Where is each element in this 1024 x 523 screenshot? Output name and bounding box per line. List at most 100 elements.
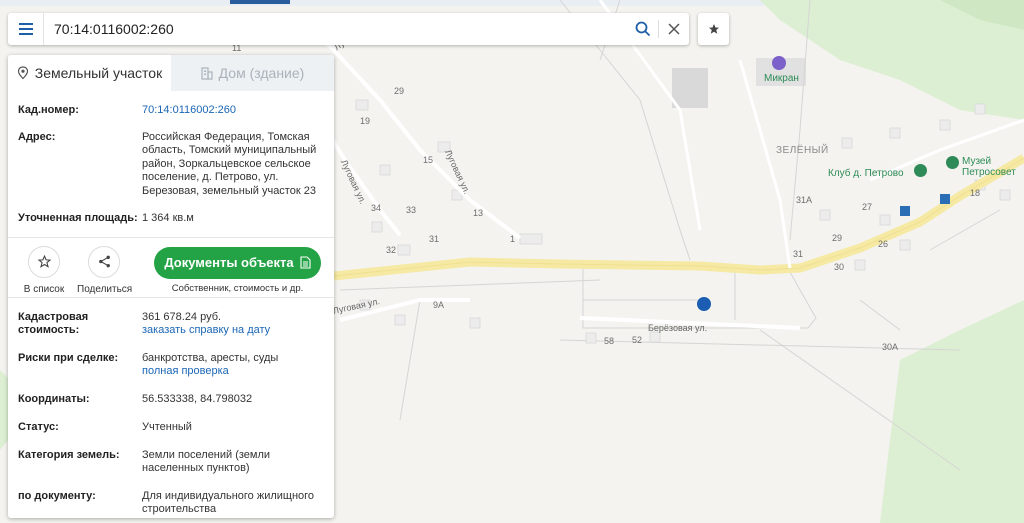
search-input[interactable] <box>44 14 628 44</box>
locality-label: ЗЕЛЁНЫЙ <box>776 145 829 156</box>
cadastral-cost-label: Кадастровая стоимость: <box>18 311 142 338</box>
tab-house-building[interactable]: Дом (здание) <box>171 55 334 91</box>
cad-number-label: Кад.номер: <box>18 104 79 116</box>
land-category-row: Категория земель: Земли поселений (земли… <box>8 449 334 476</box>
house-number: 29 <box>394 86 405 96</box>
house-number: 9А <box>433 300 445 310</box>
parcel-info-panel: Земельный участок Дом (здание) Кад.номер… <box>8 55 334 518</box>
add-to-list-button[interactable]: В список <box>17 245 71 295</box>
house-number: 33 <box>406 205 417 215</box>
poi-icon[interactable] <box>914 164 927 177</box>
area-value: 1 364 кв.м <box>142 212 194 224</box>
risks-text: банкротства, аресты, суды <box>142 351 279 364</box>
cad-number-link[interactable]: 70:14:0116002:260 <box>142 104 318 118</box>
search-button[interactable] <box>628 13 658 45</box>
by-document-line: строительства <box>142 503 217 515</box>
magnifier-icon <box>635 21 651 37</box>
full-check-link[interactable]: полная проверка <box>142 365 318 379</box>
house-number: 30 <box>834 262 845 272</box>
poi-icon[interactable] <box>772 56 786 70</box>
house-number: 29 <box>832 233 843 243</box>
documents-button-label: Документы объекта <box>164 255 294 270</box>
coordinates-value: 56.533338, 84.798032 <box>142 392 253 405</box>
cadastral-cost-amount: 361 678.24 руб. <box>142 310 222 323</box>
risks-value: банкротства, аресты, суды полная проверк… <box>142 352 318 379</box>
risks-row: Риски при сделке: банкротства, аресты, с… <box>8 352 334 379</box>
document-icon <box>300 256 311 269</box>
poi-label-club[interactable]: Клуб д. Петрово <box>828 168 904 179</box>
address-value: Российская Федерация, Томская область, Т… <box>142 131 318 199</box>
poi-icon[interactable] <box>946 156 959 169</box>
panel-tabs: Земельный участок Дом (здание) <box>8 55 334 91</box>
building-icon <box>201 66 213 80</box>
house-number: 27 <box>862 202 873 212</box>
house-number: 31 <box>793 249 804 259</box>
house-number: 32 <box>386 245 397 255</box>
poi-label-petrosovet[interactable]: Петросовет <box>962 167 1016 178</box>
add-to-list-label: В список <box>23 283 65 295</box>
tab-land-parcel[interactable]: Земельный участок <box>8 55 171 91</box>
house-number: 34 <box>371 203 382 213</box>
land-category-value: Земли поселений (земли населенных пункто… <box>142 449 318 476</box>
tab-label: Земельный участок <box>34 65 163 81</box>
star-outline-icon <box>37 255 51 268</box>
status-row: Статус: Учтенный <box>8 421 334 435</box>
close-icon <box>668 23 680 35</box>
address-line: поселение, д. Петрово, ул. <box>142 171 279 183</box>
by-document-label: по документу: <box>18 489 96 502</box>
land-category-line: населенных пунктов) <box>142 462 250 474</box>
share-icon <box>98 255 110 268</box>
actions-bar: В список Поделиться Документы объекта Со… <box>8 236 334 298</box>
address-row: Адрес: Российская Федерация, Томская обл… <box>8 131 334 199</box>
by-document-line: Для индивидуального жилищного <box>142 489 315 502</box>
coordinates-row: Координаты: 56.533338, 84.798032 <box>8 393 334 407</box>
clear-search-button[interactable] <box>659 13 689 45</box>
address-line: область, Томский муниципальный <box>142 144 317 156</box>
address-line: Российская Федерация, Томская <box>142 130 310 143</box>
address-line: Березовая, земельный участок 23 <box>142 184 316 197</box>
by-document-value: Для индивидуального жилищного строительс… <box>142 490 318 517</box>
poi-label-mikran[interactable]: Микран <box>764 73 799 84</box>
house-number: 1 <box>510 234 516 244</box>
bus-stop-icon[interactable] <box>900 206 910 216</box>
house-number: 58 <box>604 336 615 346</box>
address-line: район, Зоркальцевское сельское <box>142 157 311 170</box>
by-document-row: по документу: Для индивидуального жилищн… <box>8 490 334 517</box>
bus-stop-icon[interactable] <box>940 194 950 204</box>
house-number: 18 <box>970 188 981 198</box>
map-pin-icon <box>17 66 28 80</box>
house-number: 15 <box>423 155 434 165</box>
poi-label-museum[interactable]: Музей <box>962 156 991 167</box>
cadastral-cost-label-line: стоимость: <box>18 324 80 336</box>
house-number: 31А <box>796 195 813 205</box>
share-label: Поделиться <box>77 283 133 295</box>
share-button[interactable]: Поделиться <box>77 245 133 295</box>
house-number: 31 <box>429 234 440 244</box>
order-certificate-link[interactable]: заказать справку на дату <box>142 324 318 338</box>
coordinates-label: Координаты: <box>18 392 90 405</box>
status-value: Учтенный <box>142 421 192 433</box>
land-category-line: Земли поселений (земли <box>142 448 271 461</box>
land-category-label: Категория земель: <box>18 448 120 461</box>
house-number: 19 <box>360 116 371 126</box>
house-number: 30А <box>882 342 899 352</box>
cadastral-cost-label-line: Кадастровая <box>18 310 89 323</box>
area-label: Уточненная площадь: <box>18 212 138 224</box>
favorite-button[interactable] <box>698 13 729 45</box>
documents-subtitle: Собственник, стоимость и др. <box>171 282 304 294</box>
cadastral-cost-value: 361 678.24 руб. заказать справку на дату <box>142 311 318 338</box>
address-label: Адрес: <box>18 130 56 143</box>
search-bar <box>8 13 689 45</box>
add-to-list-circle <box>28 245 60 278</box>
hamburger-menu-icon[interactable] <box>8 13 44 45</box>
street-label-berezovaya: Берёзовая ул. <box>648 323 708 333</box>
status-label: Статус: <box>18 421 59 433</box>
parcel-location-marker[interactable] <box>697 297 711 311</box>
share-circle <box>88 245 120 278</box>
documents-button[interactable]: Документы объекта <box>154 246 321 279</box>
house-number: 13 <box>473 208 484 218</box>
star-icon <box>708 24 719 34</box>
cad-number-row: Кад.номер: 70:14:0116002:260 <box>8 104 334 118</box>
risks-label: Риски при сделке: <box>18 351 119 364</box>
house-number: 26 <box>878 239 889 249</box>
